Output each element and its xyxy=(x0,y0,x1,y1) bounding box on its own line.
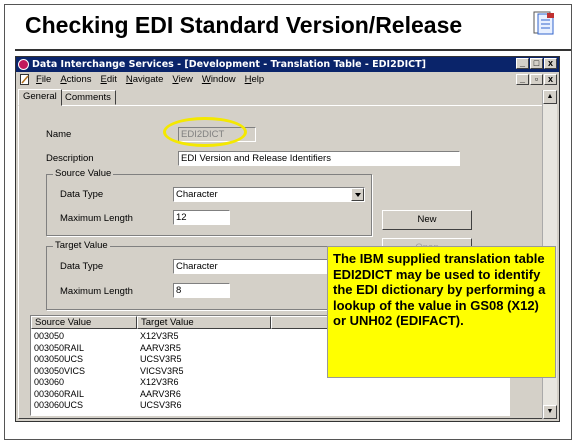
menu-navigate[interactable]: Navigate xyxy=(126,72,164,87)
name-label: Name xyxy=(46,129,72,140)
tab-comments[interactable]: Comments xyxy=(60,90,116,105)
description-label: Description xyxy=(46,153,94,164)
target-max-length-field[interactable]: 8 xyxy=(173,283,230,298)
description-field[interactable]: EDI Version and Release Identifiers xyxy=(178,151,460,166)
target-value-cell: VICSV3R5 xyxy=(140,365,184,376)
title-rule xyxy=(15,49,571,51)
source-value-legend: Source Value xyxy=(53,168,114,179)
source-value-cell: 003060RAIL xyxy=(34,388,85,399)
tab-general[interactable]: General xyxy=(18,89,62,106)
document-edit-icon xyxy=(20,74,29,85)
target-value-cell: X12V3R6 xyxy=(140,377,179,387)
table-row[interactable]: 003060RAIL AARV3R6 xyxy=(31,389,509,399)
scroll-down-icon[interactable]: ▼ xyxy=(543,405,557,419)
source-value-cell: 003050 xyxy=(34,331,65,341)
menu-file[interactable]: File xyxy=(36,72,51,87)
source-data-type-select[interactable]: Character xyxy=(173,187,365,202)
source-max-length-label: Maximum Length xyxy=(60,213,133,224)
scroll-up-icon[interactable]: ▲ xyxy=(543,90,557,104)
child-close-button[interactable]: x xyxy=(544,74,557,85)
source-value-cell: 003060 xyxy=(34,377,65,387)
window-title: Data Interchange Services - [Development… xyxy=(32,59,426,70)
source-value-cell: 003050UCS xyxy=(34,354,84,364)
close-button[interactable]: x xyxy=(544,58,557,69)
menu-help[interactable]: Help xyxy=(245,72,265,87)
source-data-type-label: Data Type xyxy=(60,189,104,200)
callout-note: The IBM supplied translation table EDI2D… xyxy=(327,246,556,378)
target-value-cell: X12V3R5 xyxy=(140,331,179,341)
target-value-cell: UCSV3R5 xyxy=(140,354,182,364)
child-restore-button[interactable]: ▫ xyxy=(530,74,543,85)
document-icon xyxy=(533,11,554,35)
target-value-legend: Target Value xyxy=(53,240,110,251)
name-highlight-ring xyxy=(163,117,247,147)
menu-window[interactable]: Window xyxy=(202,72,236,87)
target-value-cell: UCSV3R6 xyxy=(140,400,182,410)
table-row[interactable]: 003060 X12V3R6 xyxy=(31,377,509,387)
target-data-type-value: Character xyxy=(176,261,218,272)
menu-bar: File Actions Edit Navigate View Window H… xyxy=(16,72,559,87)
menu-edit[interactable]: Edit xyxy=(101,72,117,87)
maximize-button[interactable]: □ xyxy=(530,58,543,69)
menu-view[interactable]: View xyxy=(172,72,192,87)
source-value-cell: 003050VICS xyxy=(34,365,86,376)
source-value-cell: 003050RAIL xyxy=(34,342,85,353)
source-max-length-field[interactable]: 12 xyxy=(173,210,230,225)
source-value-cell: 003060UCS xyxy=(34,400,84,410)
child-minimize-button[interactable]: _ xyxy=(516,74,529,85)
minimize-button[interactable]: _ xyxy=(516,58,529,69)
column-header-source[interactable]: Source Value xyxy=(31,316,137,329)
source-data-type-value: Character xyxy=(176,189,218,200)
table-row[interactable]: 003060UCS UCSV3R6 xyxy=(31,400,509,410)
target-max-length-label: Maximum Length xyxy=(60,286,133,297)
slide-title: Checking EDI Standard Version/Release xyxy=(25,12,463,38)
target-value-cell: AARV3R5 xyxy=(140,342,181,353)
target-value-cell: AARV3R6 xyxy=(140,388,181,399)
app-icon xyxy=(18,59,29,70)
target-value-group: Target Value xyxy=(46,240,372,310)
new-button[interactable]: New xyxy=(382,210,472,230)
menu-actions[interactable]: Actions xyxy=(60,72,91,87)
target-data-type-label: Data Type xyxy=(60,261,104,272)
chevron-down-icon[interactable] xyxy=(351,188,364,201)
window-title-bar[interactable]: Data Interchange Services - [Development… xyxy=(16,57,559,72)
column-header-target[interactable]: Target Value xyxy=(137,316,271,329)
source-value-group: Source Value xyxy=(46,168,372,236)
